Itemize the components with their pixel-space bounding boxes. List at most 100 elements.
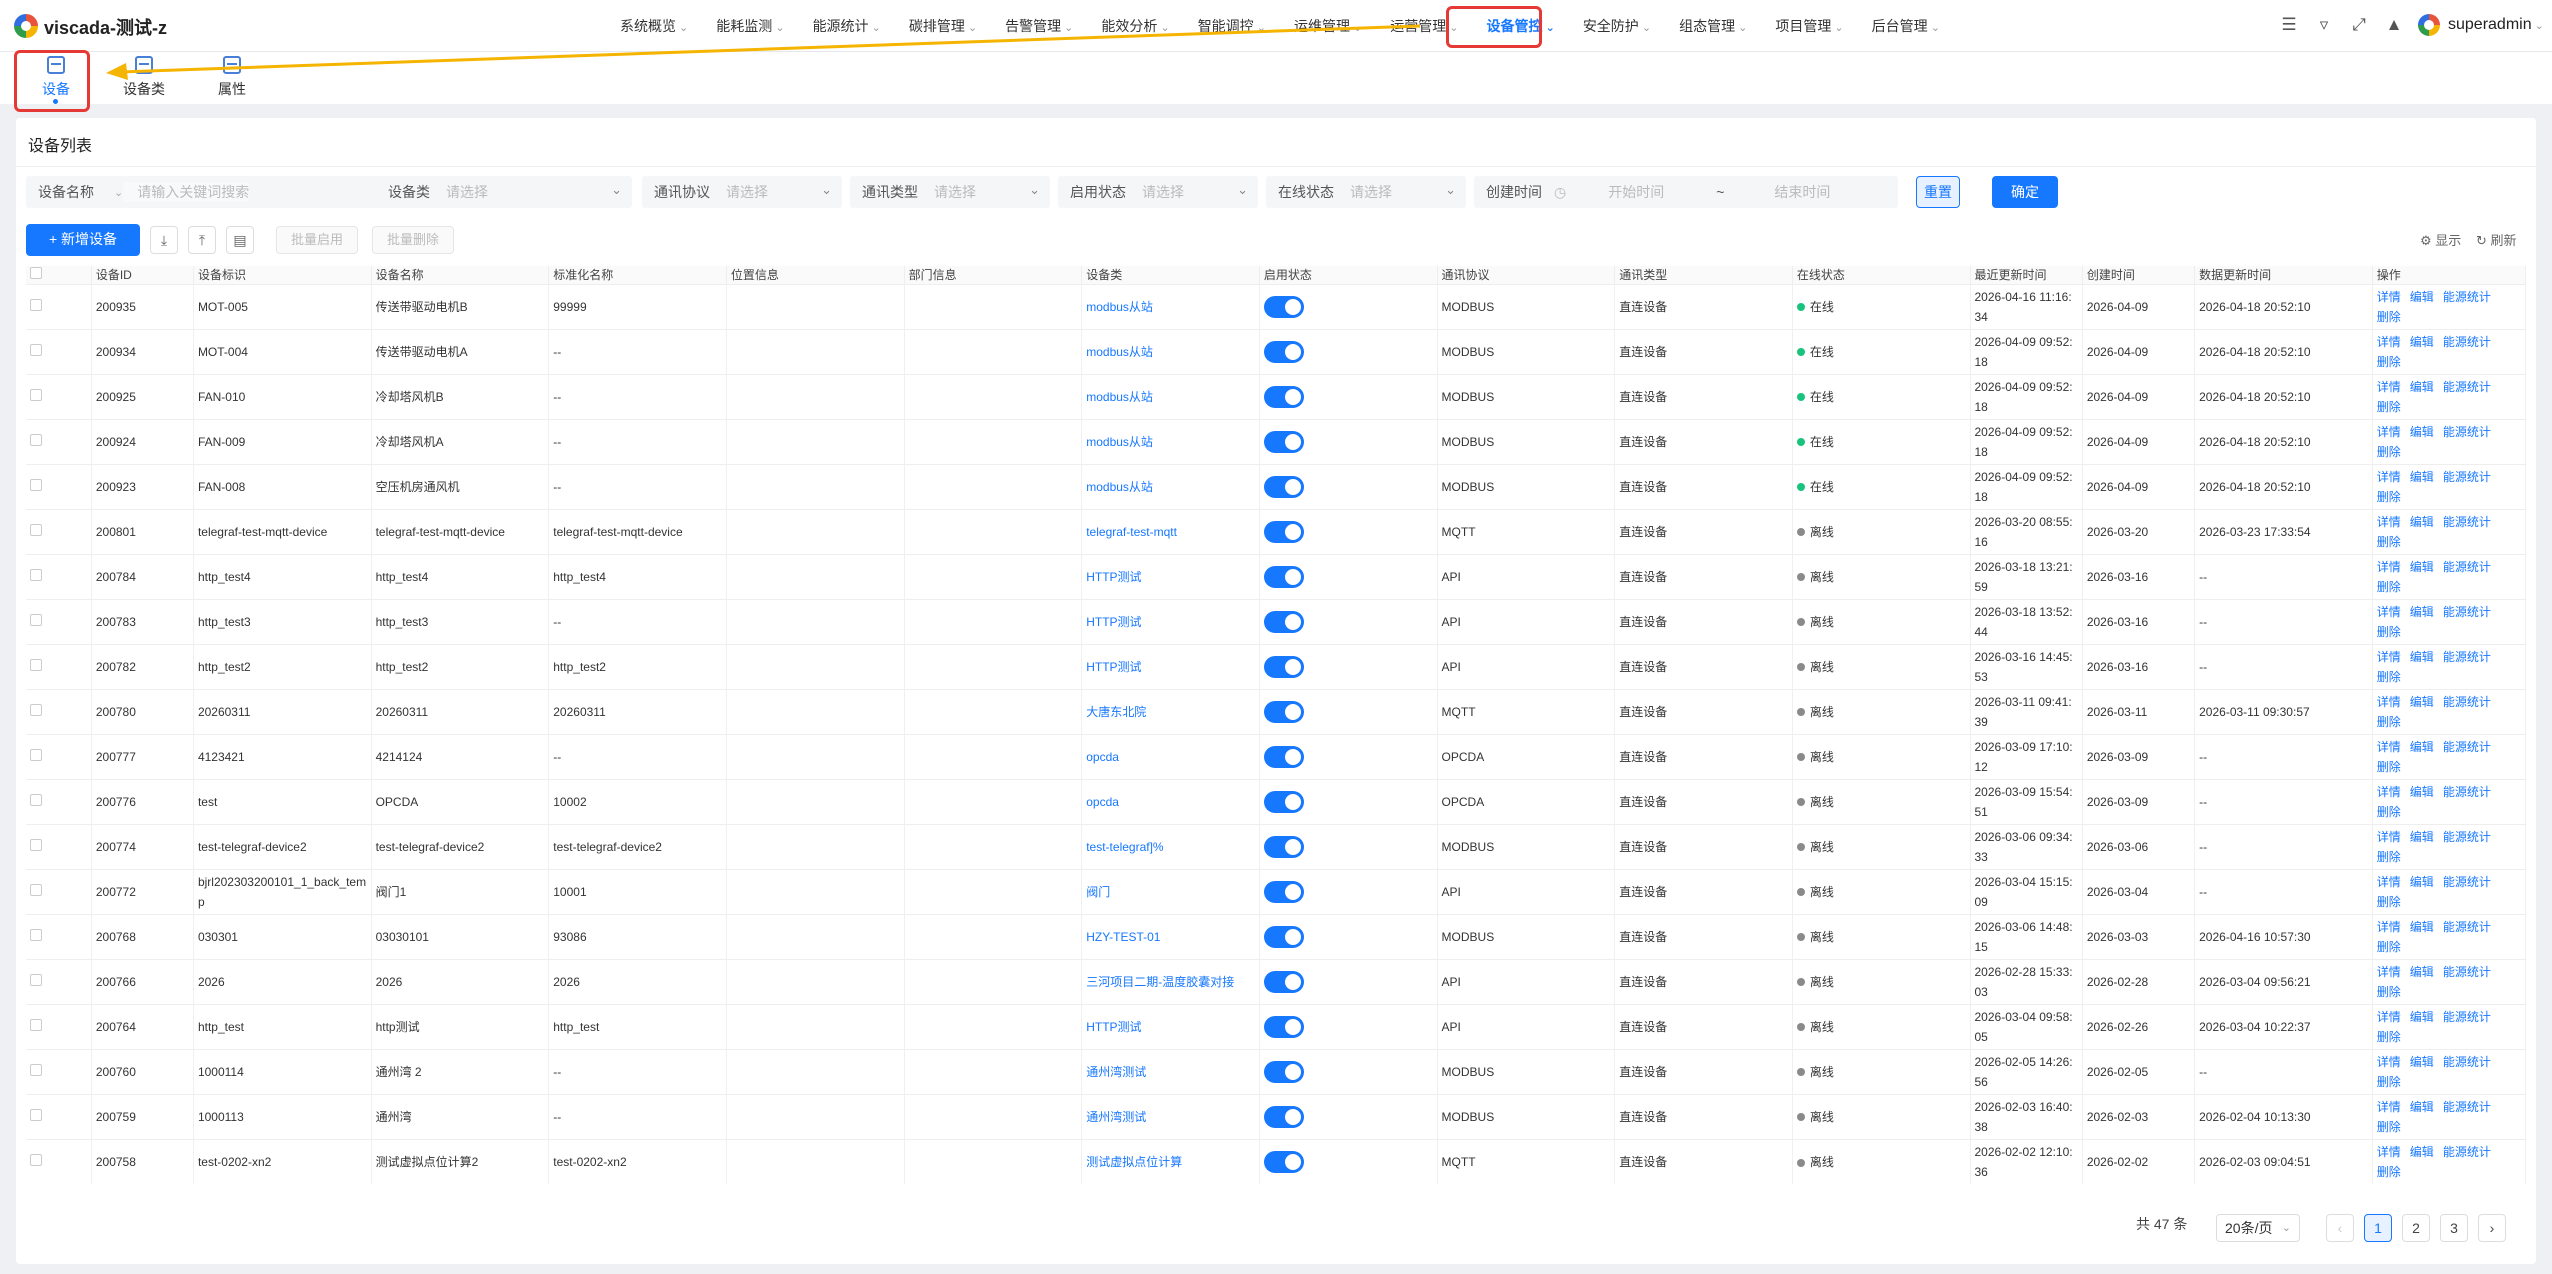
edit-link[interactable]: 编辑 [2410,290,2434,304]
delete-link[interactable]: 删除 [2377,445,2401,459]
enable-toggle[interactable] [1263,1150,1304,1173]
delete-link[interactable]: 删除 [2377,985,2401,999]
delete-link[interactable]: 删除 [2377,1165,2401,1179]
energy-stats-link[interactable]: 能源统计 [2443,920,2491,934]
row-checkbox[interactable] [26,598,92,644]
detail-link[interactable]: 详情 [2377,515,2401,529]
edit-link[interactable]: 编辑 [2410,965,2434,979]
row-checkbox[interactable] [26,508,92,554]
device-class-link[interactable]: 三河项目二期-温度胶囊对接 [1086,975,1234,989]
row-checkbox[interactable] [26,553,92,599]
enable-toggle[interactable] [1263,835,1304,858]
row-checkbox[interactable] [26,463,92,509]
energy-stats-link[interactable]: 能源统计 [2443,785,2491,799]
row-checkbox[interactable] [26,823,92,869]
detail-link[interactable]: 详情 [2377,1055,2401,1069]
energy-stats-link[interactable]: 能源统计 [2443,965,2491,979]
batch-enable-button[interactable]: 批量启用 [276,226,359,254]
device-class-link[interactable]: modbus从站 [1086,480,1153,494]
enable-toggle[interactable] [1263,655,1304,678]
delete-link[interactable]: 删除 [2377,805,2401,819]
page-button[interactable]: 1 [2364,1214,2392,1242]
device-class-link[interactable]: opcda [1086,750,1119,764]
select-all-checkbox[interactable] [26,266,92,284]
device-class-link[interactable]: 阀门 [1086,885,1110,899]
edit-link[interactable]: 编辑 [2410,740,2434,754]
detail-link[interactable]: 详情 [2377,740,2401,754]
delete-link[interactable]: 删除 [2377,940,2401,954]
row-checkbox[interactable] [26,418,92,464]
detail-link[interactable]: 详情 [2377,650,2401,664]
delete-link[interactable]: 删除 [2377,400,2401,414]
energy-stats-link[interactable]: 能源统计 [2443,1010,2491,1024]
enable-toggle[interactable] [1263,700,1304,723]
energy-stats-link[interactable]: 能源统计 [2443,695,2491,709]
delete-link[interactable]: 删除 [2377,1030,2401,1044]
protocol-filter[interactable]: 通讯协议 请选择 ⌄ [642,176,842,208]
edit-link[interactable]: 编辑 [2410,785,2434,799]
delete-link[interactable]: 删除 [2377,625,2401,639]
nav-item[interactable]: 项目管理 [1775,16,1843,36]
delete-link[interactable]: 删除 [2377,670,2401,684]
name-select[interactable]: 设备名称 [26,182,94,202]
start-time-input[interactable]: 开始时间 [1566,182,1664,202]
detail-link[interactable]: 详情 [2377,1100,2401,1114]
detail-link[interactable]: 详情 [2377,560,2401,574]
enable-toggle[interactable] [1263,385,1304,408]
nav-item[interactable]: 系统概览 [620,16,688,36]
prev-page-button[interactable]: ‹ [2326,1214,2354,1242]
row-checkbox[interactable] [26,958,92,1004]
row-checkbox[interactable] [26,733,92,779]
enable-toggle[interactable] [1263,520,1304,543]
detail-link[interactable]: 详情 [2377,920,2401,934]
row-checkbox[interactable] [26,643,92,689]
edit-link[interactable]: 编辑 [2410,470,2434,484]
device-class-link[interactable]: modbus从站 [1086,300,1153,314]
nav-item[interactable]: 能效分析 [1101,16,1169,36]
edit-link[interactable]: 编辑 [2410,605,2434,619]
user-name[interactable]: superadmin [2448,16,2544,34]
search-input[interactable]: 请输入关键词搜索 [123,182,250,202]
edit-link[interactable]: 编辑 [2410,560,2434,574]
nav-item[interactable]: 组态管理 [1679,16,1747,36]
detail-link[interactable]: 详情 [2377,785,2401,799]
bell-icon[interactable]: ▿ [2313,14,2335,36]
created-time-filter[interactable]: 创建时间 ◷ 开始时间 ~ 结束时间 [1474,176,1898,208]
device-class-link[interactable]: modbus从站 [1086,390,1153,404]
energy-stats-link[interactable]: 能源统计 [2443,380,2491,394]
energy-stats-link[interactable]: 能源统计 [2443,335,2491,349]
delete-link[interactable]: 删除 [2377,1075,2401,1089]
subnav-item-attribute[interactable]: 属性 [192,54,272,100]
device-class-link[interactable]: telegraf-test-mqtt [1086,525,1177,539]
edit-link[interactable]: 编辑 [2410,1055,2434,1069]
enable-toggle[interactable] [1263,1105,1304,1128]
delete-link[interactable]: 删除 [2377,580,2401,594]
enable-toggle[interactable] [1263,340,1304,363]
display-settings[interactable]: ⚙ 显示 [2420,230,2461,249]
detail-link[interactable]: 详情 [2377,605,2401,619]
enable-toggle[interactable] [1263,970,1304,993]
detail-link[interactable]: 详情 [2377,290,2401,304]
enable-toggle[interactable] [1263,1060,1304,1083]
detail-link[interactable]: 详情 [2377,695,2401,709]
delete-link[interactable]: 删除 [2377,355,2401,369]
batch-delete-button[interactable]: 批量删除 [372,226,455,254]
fullscreen-icon[interactable]: ⤢ [2348,14,2370,36]
delete-link[interactable]: 删除 [2377,535,2401,549]
enable-toggle[interactable] [1263,295,1304,318]
keyword-filter[interactable]: 设备名称 ⌄ 请输入关键词搜索 [26,176,382,208]
device-class-link[interactable]: HTTP测试 [1086,615,1141,629]
page-size-select[interactable]: 20条/页 ⌄ [2216,1214,2300,1242]
energy-stats-link[interactable]: 能源统计 [2443,830,2491,844]
row-checkbox[interactable] [26,868,92,914]
enable-toggle[interactable] [1263,880,1304,903]
edit-link[interactable]: 编辑 [2410,425,2434,439]
detail-link[interactable]: 详情 [2377,1010,2401,1024]
delete-link[interactable]: 删除 [2377,850,2401,864]
energy-stats-link[interactable]: 能源统计 [2443,470,2491,484]
energy-stats-link[interactable]: 能源统计 [2443,740,2491,754]
edit-link[interactable]: 编辑 [2410,695,2434,709]
energy-stats-link[interactable]: 能源统计 [2443,290,2491,304]
device-class-filter[interactable]: 设备类 请选择 ⌄ [376,176,632,208]
avatar[interactable] [2418,14,2440,36]
